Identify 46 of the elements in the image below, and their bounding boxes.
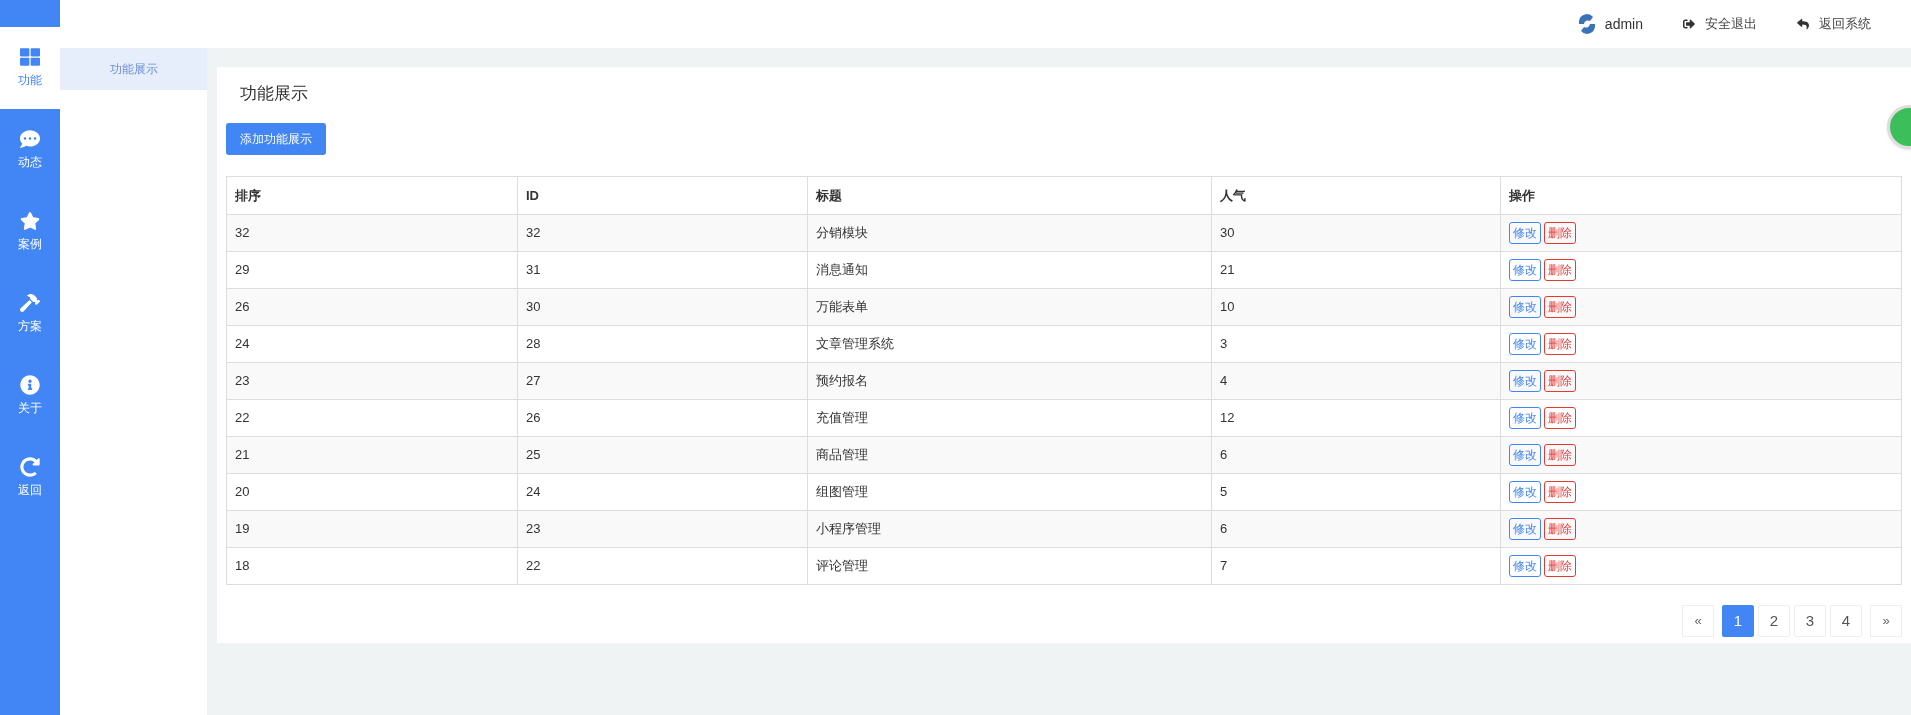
next-page-button[interactable]: » [1870,605,1902,637]
header-link[interactable]: 安全退出 [1683,14,1757,34]
header-link[interactable]: 返回系统 [1797,14,1871,34]
add-button[interactable]: 添加功能展示 [226,123,326,155]
edit-button[interactable]: 修改 [1509,222,1541,244]
delete-button[interactable]: 删除 [1544,481,1576,503]
logout-icon [1683,18,1695,30]
rail-item[interactable]: 功能 [0,27,60,109]
edit-button[interactable]: 修改 [1509,444,1541,466]
delete-button[interactable]: 删除 [1544,333,1576,355]
edit-button[interactable]: 修改 [1509,259,1541,281]
delete-button[interactable]: 删除 [1544,555,1576,577]
delete-button[interactable]: 删除 [1544,222,1576,244]
page-button[interactable]: 3 [1794,605,1826,637]
chat-bubble-icon [20,129,40,149]
edit-button[interactable]: 修改 [1509,370,1541,392]
delete-button[interactable]: 删除 [1544,370,1576,392]
delete-button[interactable]: 删除 [1544,518,1576,540]
info-icon [20,375,40,395]
delete-button[interactable]: 删除 [1544,259,1576,281]
user-name: admin [1604,14,1643,34]
edit-button[interactable]: 修改 [1509,333,1541,355]
edit-button[interactable]: 修改 [1509,555,1541,577]
reply-arrow-icon [1797,18,1809,30]
subnav-item[interactable]: 功能展示 [60,48,207,90]
delete-button[interactable]: 删除 [1544,444,1576,466]
table-cell: 22 [518,548,808,584]
page-button[interactable]: 1 [1722,605,1754,637]
edit-button[interactable]: 修改 [1509,296,1541,318]
table-cell: 评论管理 [808,548,1212,584]
page-title: 功能展示 [239,83,309,105]
star-icon [20,211,40,231]
grid-icon [20,47,40,67]
edit-button[interactable]: 修改 [1509,481,1541,503]
delete-button[interactable]: 删除 [1544,296,1576,318]
page-button[interactable]: 4 [1830,605,1862,637]
table-cell: 18 [227,548,518,584]
hammer-icon [20,293,40,313]
page-button[interactable]: 2 [1758,605,1790,637]
delete-button[interactable]: 删除 [1544,407,1576,429]
table-cell: 7 [1212,548,1501,584]
edit-button[interactable]: 修改 [1509,407,1541,429]
refresh-icon [20,457,40,477]
edit-button[interactable]: 修改 [1509,518,1541,540]
column-header: 操作 [1508,186,1536,205]
prev-page-button[interactable]: « [1682,605,1714,637]
